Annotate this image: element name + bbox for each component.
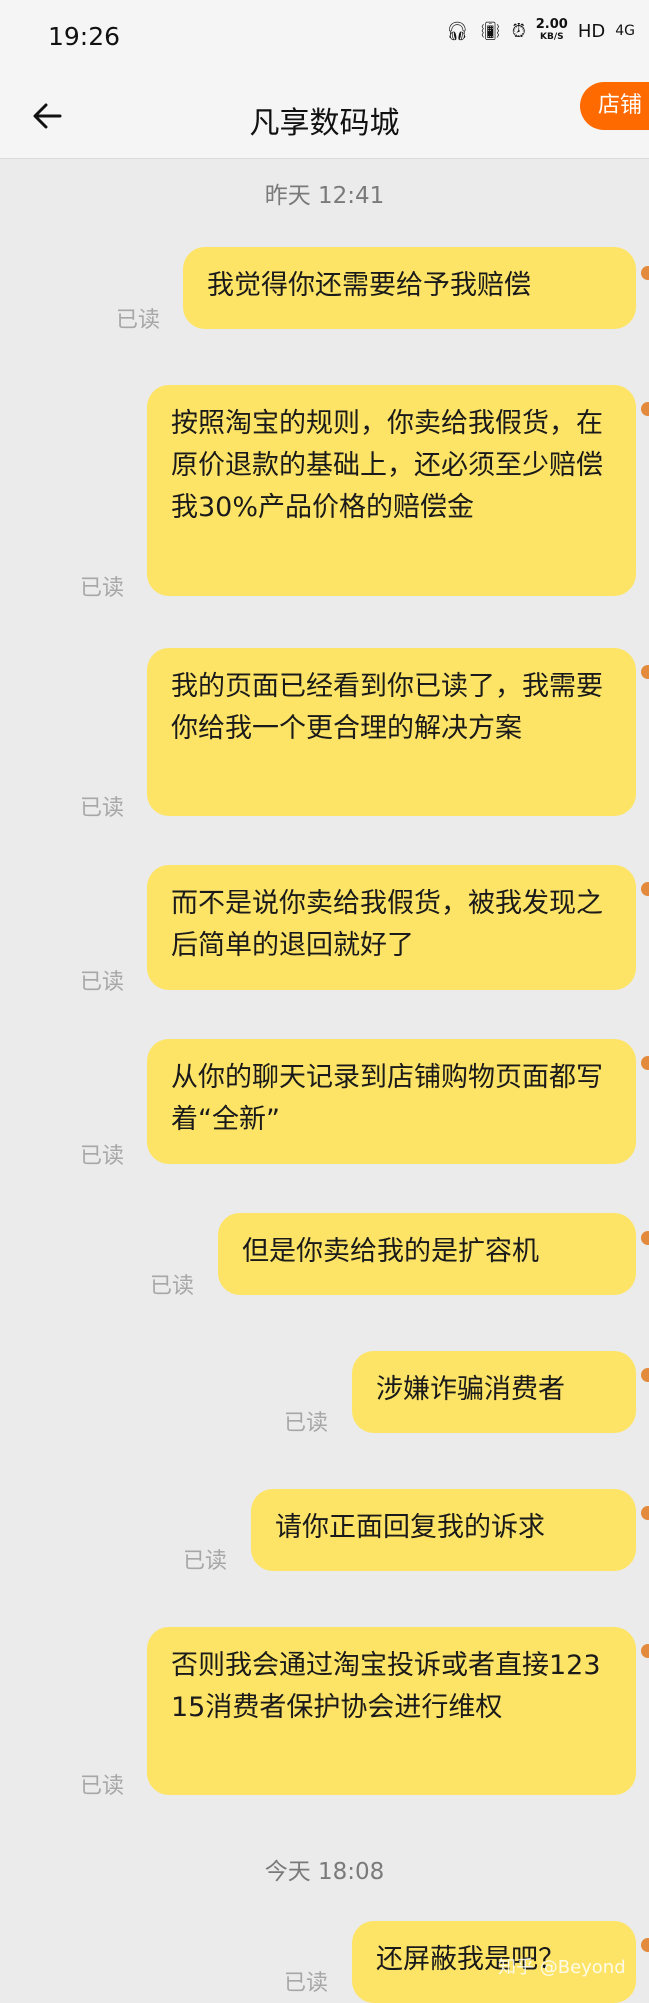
message-text: 我觉得你还需要给予我赔偿 (207, 270, 531, 301)
read-receipt: 已读 (116, 308, 161, 333)
vibrate-icon: 📳︎ (478, 20, 502, 42)
message-bubble[interactable]: 而不是说你卖给我假货，被我发现之后简单的退回就好了 (147, 865, 636, 990)
avatar (641, 1368, 649, 1382)
read-receipt: 已读 (150, 1274, 195, 1299)
message-text: 涉嫌诈骗消费者 (376, 1374, 565, 1405)
message-text: 我的页面已经看到你已读了，我需要你给我一个更合理的解决方案 (171, 671, 603, 744)
message-text: 请你正面回复我的诉求 (275, 1512, 545, 1543)
avatar (641, 1231, 649, 1245)
network-speed-value: 2.00 (535, 17, 568, 32)
message-bubble[interactable]: 从你的聊天记录到店铺购物页面都写着“全新” (147, 1039, 636, 1164)
message-text: 否则我会通过淘宝投诉或者直接12315消费者保护协会进行维权 (171, 1650, 601, 1723)
message-bubble[interactable]: 否则我会通过淘宝投诉或者直接12315消费者保护协会进行维权 (147, 1627, 636, 1795)
avatar (641, 1056, 649, 1070)
message-bubble[interactable]: 我觉得你还需要给予我赔偿 (183, 247, 636, 329)
avatar (641, 1938, 649, 1952)
message-text: 从你的聊天记录到店铺购物页面都写着“全新” (171, 1062, 603, 1135)
message-bubble[interactable]: 但是你卖给我的是扩容机 (218, 1213, 636, 1295)
message-text: 但是你卖给我的是扩容机 (242, 1236, 539, 1267)
clock: 19:26 (48, 22, 121, 51)
watermark: 知乎 @Beyond (498, 1957, 626, 1978)
shop-name-title: 凡享数码城 (249, 106, 400, 141)
timestamp: 昨天 12:41 (264, 183, 385, 209)
read-receipt: 已读 (80, 970, 125, 995)
shop-button[interactable]: 店铺 (580, 82, 649, 130)
read-receipt: 已读 (80, 1774, 125, 1799)
read-receipt: 已读 (80, 1144, 125, 1169)
read-receipt: 已读 (80, 576, 125, 601)
avatar (641, 266, 649, 280)
message-bubble[interactable]: 涉嫌诈骗消费者 (352, 1351, 636, 1433)
hd-indicator: HD (577, 20, 606, 42)
status-bar: 19:26 🎧︎ 📳︎ ⏰︎ 2.00 KB/S HD 4G (0, 0, 649, 76)
network-speed: 2.00 KB/S (536, 18, 568, 44)
headset-icon: 🎧︎ (445, 20, 469, 42)
message-bubble[interactable]: 我的页面已经看到你已读了，我需要你给我一个更合理的解决方案 (147, 648, 636, 816)
status-icons: 🎧︎ 📳︎ ⏰︎ 2.00 KB/S HD 4G (446, 18, 635, 44)
timestamp: 今天 18:08 (264, 1859, 385, 1885)
avatar (641, 665, 649, 679)
network-speed-unit: KB/S (539, 32, 564, 42)
message-bubble[interactable]: 按照淘宝的规则，你卖给我假货，在原价退款的基础上，还必须至少赔偿我30%产品价格… (147, 385, 636, 596)
read-receipt: 已读 (284, 1971, 329, 1996)
read-receipt: 已读 (80, 796, 125, 821)
message-text: 按照淘宝的规则，你卖给我假货，在原价退款的基础上，还必须至少赔偿我30%产品价格… (171, 408, 603, 523)
read-receipt: 已读 (183, 1549, 228, 1574)
avatar (641, 1644, 649, 1658)
avatar (641, 1506, 649, 1520)
message-bubble[interactable]: 请你正面回复我的诉求 (251, 1489, 636, 1571)
avatar (641, 402, 649, 416)
signal-indicator: 4G (615, 23, 635, 39)
avatar (641, 882, 649, 896)
message-text: 而不是说你卖给我假货，被我发现之后简单的退回就好了 (171, 888, 603, 961)
chat-header: 凡享数码城 店铺 (0, 76, 649, 159)
read-receipt: 已读 (284, 1411, 329, 1436)
alarm-icon: ⏰︎ (511, 20, 526, 42)
